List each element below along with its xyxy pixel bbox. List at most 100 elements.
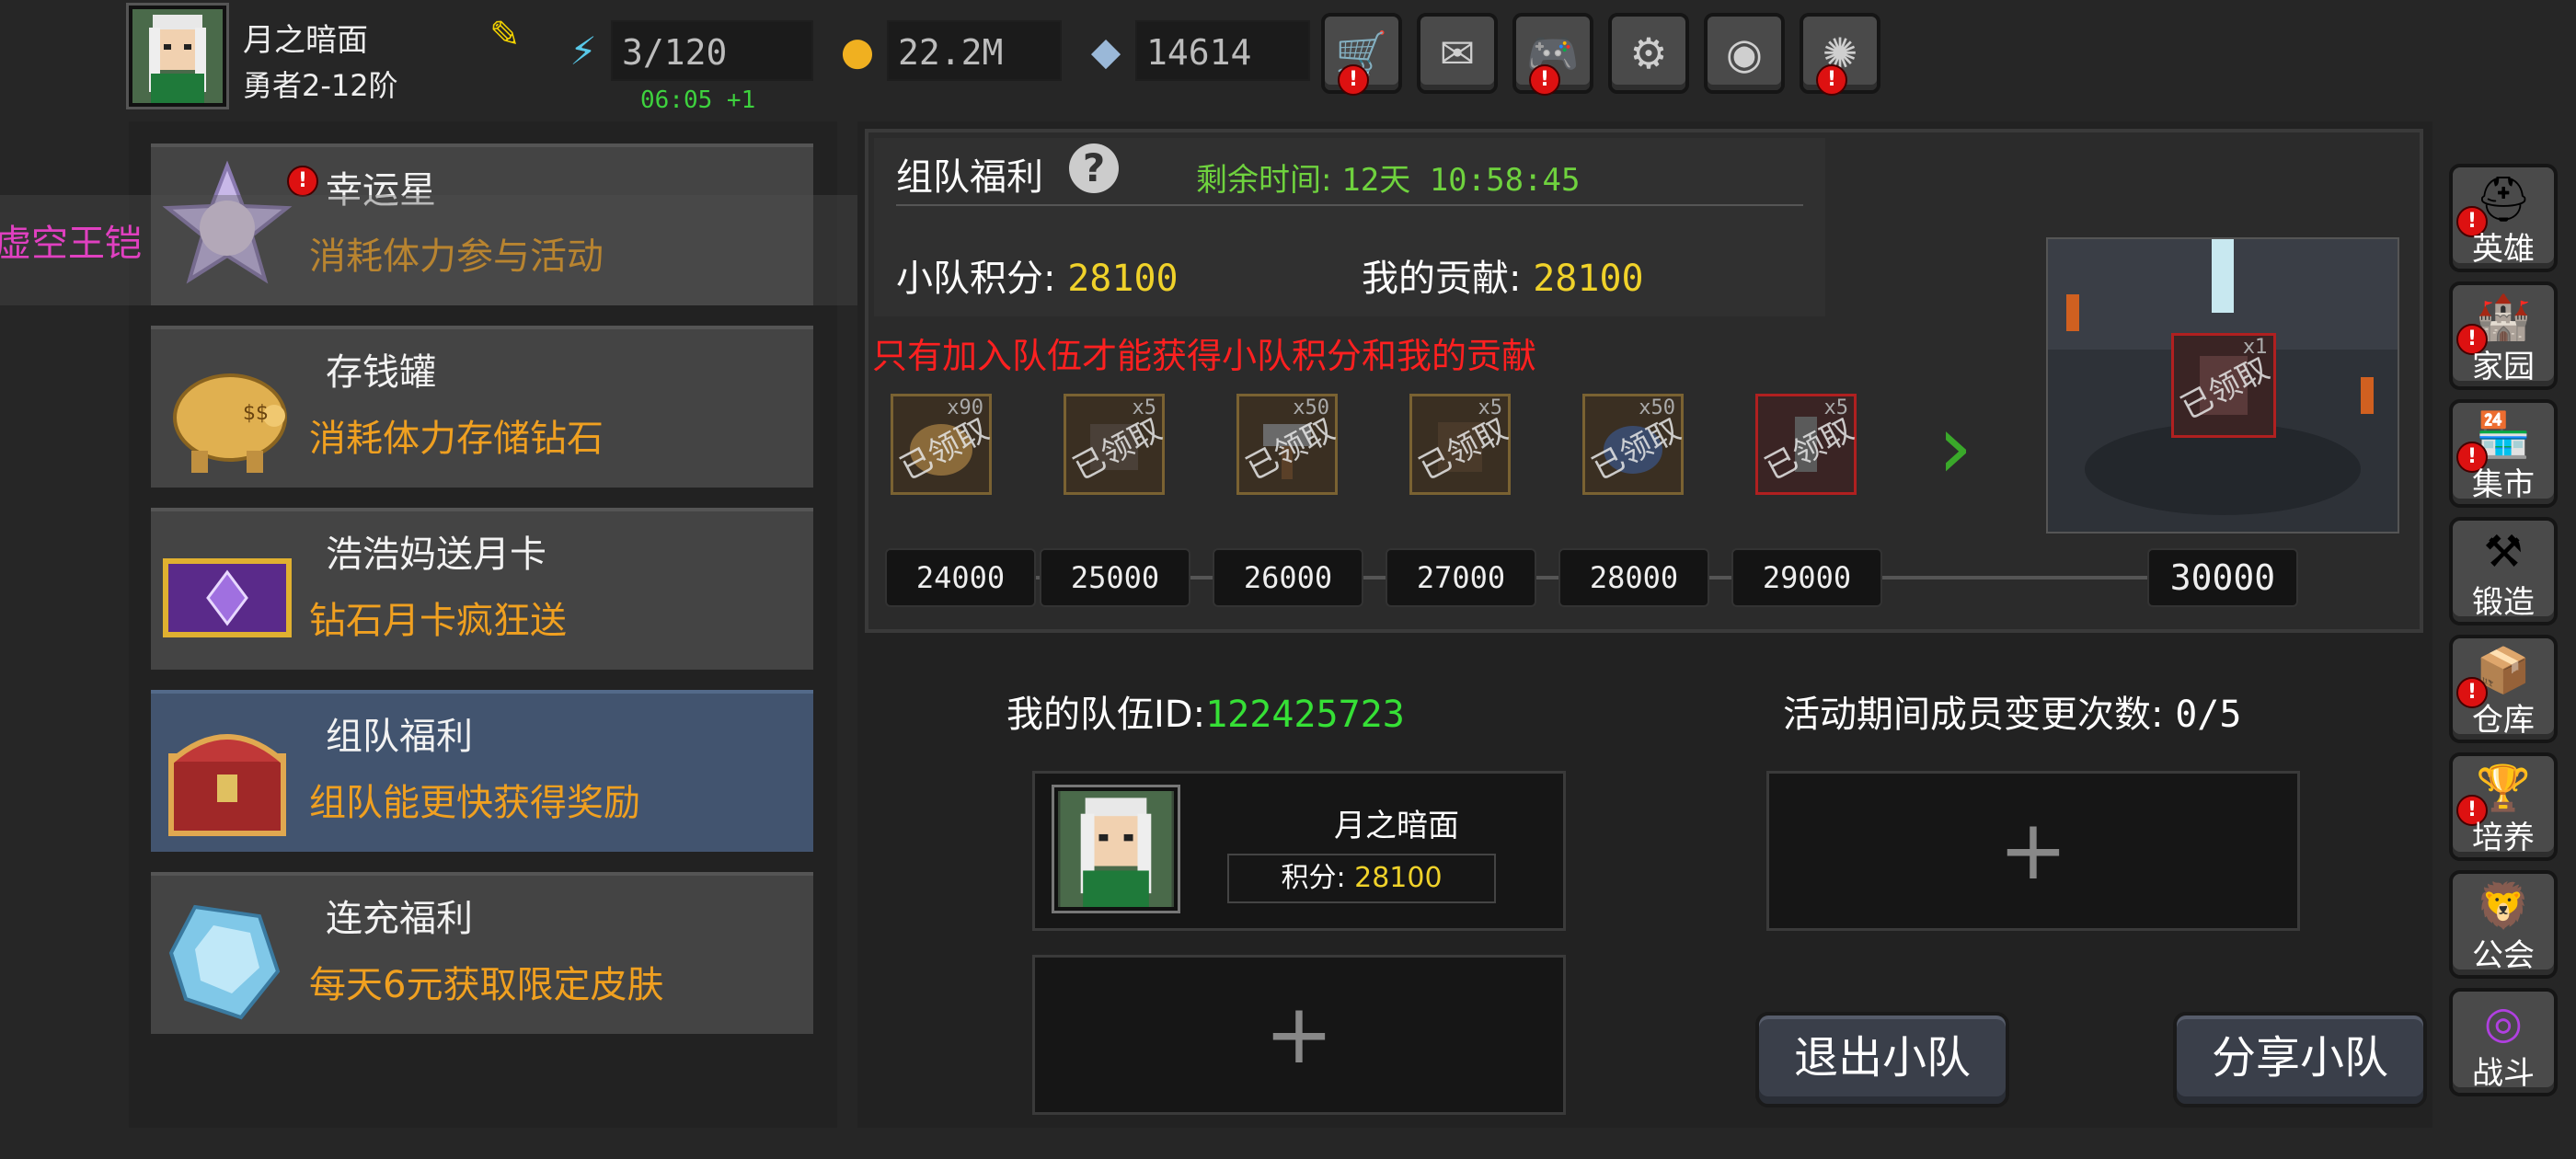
sidebar-battle[interactable]: ◎ 战斗 bbox=[2449, 988, 2558, 1096]
portal-icon: ◎ bbox=[2484, 997, 2523, 1049]
mail-icon: ✉ bbox=[1439, 29, 1476, 78]
ice-crystal-icon bbox=[168, 904, 281, 1020]
join-warning: 只有加入队伍才能获得小队积分和我的贡献 bbox=[872, 336, 1537, 376]
sidebar-guild[interactable]: 🦁 公会 bbox=[2449, 870, 2558, 979]
milestone-1: 24000 bbox=[885, 548, 1036, 607]
alert-icon: ! bbox=[1529, 64, 1560, 96]
reward-item-5[interactable]: x50 已领取 bbox=[1582, 394, 1686, 495]
milestone-6: 29000 bbox=[1731, 548, 1882, 607]
milestone-4: 27000 bbox=[1386, 548, 1536, 607]
milestone-2: 25000 bbox=[1040, 548, 1190, 607]
share-team-button[interactable]: 分享小队 bbox=[2173, 1012, 2427, 1107]
player-avatar[interactable] bbox=[129, 6, 226, 107]
sidebar-forge[interactable]: ⚒ 锻造 bbox=[2449, 517, 2558, 625]
sidebar-market[interactable]: 🏪! 集市 bbox=[2449, 399, 2558, 508]
member-score: 积分: 28100 bbox=[1227, 854, 1496, 903]
remaining-label: 剩余时间: bbox=[1196, 162, 1332, 199]
diamond-plus-icon[interactable]: ◆ bbox=[1080, 26, 1132, 77]
sidebar-label: 战斗 bbox=[2472, 1055, 2535, 1092]
reward-title: 组队福利 bbox=[896, 156, 1043, 199]
reward-item-2[interactable]: x5 已领取 bbox=[1064, 394, 1167, 495]
member-slot-empty[interactable]: + bbox=[1032, 955, 1566, 1115]
member-changes: 活动期间成员变更次数: 0/5 bbox=[1783, 684, 2241, 738]
edit-icon[interactable]: ✎ bbox=[489, 17, 526, 53]
event-card-recharge[interactable]: 连充福利 每天6元获取限定皮肤 bbox=[151, 872, 813, 1034]
shop-button[interactable]: 🛒! bbox=[1321, 13, 1402, 96]
member-avatar[interactable] bbox=[1054, 787, 1178, 911]
alert-icon: ! bbox=[1338, 64, 1369, 96]
event-subtitle: 组队能更快获得奖励 bbox=[309, 782, 640, 824]
sidebar-label: 仓库 bbox=[2472, 702, 2535, 739]
help-icon[interactable]: ? bbox=[1069, 143, 1119, 193]
sidebar-label: 家园 bbox=[2472, 349, 2535, 385]
stamina-timer: 06:05 +1 bbox=[640, 86, 756, 114]
milestone-3: 26000 bbox=[1213, 548, 1363, 607]
elf-portrait-icon bbox=[132, 9, 223, 103]
sidebar-hero[interactable]: ⛑! 英雄 bbox=[2449, 164, 2558, 272]
anvil-icon: ⚒ bbox=[2483, 526, 2524, 578]
event-subtitle: 每天6元获取限定皮肤 bbox=[309, 964, 664, 1006]
sidebar-label: 公会 bbox=[2472, 937, 2535, 974]
contribution-value: 28100 bbox=[1533, 258, 1644, 300]
guild-icon: 🦁 bbox=[2476, 880, 2531, 932]
settings-button[interactable]: ⚙ bbox=[1608, 13, 1689, 94]
gear-icon: ⚙ bbox=[1629, 29, 1668, 78]
player-rank: 勇者2-12阶 bbox=[243, 68, 398, 103]
player-name: 月之暗面 bbox=[243, 22, 368, 59]
team-score-value: 28100 bbox=[1067, 258, 1179, 300]
firework-button[interactable]: ✺! bbox=[1800, 13, 1880, 96]
sidebar-train[interactable]: 🏆! 培养 bbox=[2449, 752, 2558, 861]
reward-item-6[interactable]: x5 已领取 bbox=[1755, 394, 1859, 495]
event-card-piggy-bank[interactable]: $$ 存钱罐 消耗体力存储钻石 bbox=[151, 326, 813, 488]
sidebar-warehouse[interactable]: 📦! 仓库 bbox=[2449, 635, 2558, 743]
team-id-value: 122425723 bbox=[1205, 694, 1405, 736]
mail-button[interactable]: ✉ bbox=[1417, 13, 1498, 94]
stamina-plus-icon[interactable]: ⚡ bbox=[558, 26, 609, 77]
quit-team-button[interactable]: 退出小队 bbox=[1755, 1012, 2009, 1107]
remaining-time: 剩余时间: 12天 10:58:45 bbox=[1196, 155, 1580, 200]
team-score-label: 小队积分: bbox=[896, 258, 1056, 300]
chevron-right-icon: › bbox=[1938, 396, 1973, 499]
reward-item-4[interactable]: x5 已领取 bbox=[1409, 394, 1513, 495]
event-title: 连充福利 bbox=[326, 898, 473, 940]
gold-plus-icon[interactable]: ● bbox=[832, 26, 883, 77]
gamepad-button[interactable]: 🎮! bbox=[1512, 13, 1593, 96]
event-subtitle: 钻石月卡疯狂送 bbox=[309, 600, 567, 642]
event-subtitle: 消耗体力存储钻石 bbox=[309, 418, 604, 460]
event-card-team-reward[interactable]: 组队福利 组队能更快获得奖励 bbox=[151, 690, 813, 852]
sidebar-label: 集市 bbox=[2472, 466, 2535, 503]
color-wheel-icon: ◉ bbox=[1725, 29, 1764, 78]
sidebar-label: 培养 bbox=[2472, 820, 2535, 856]
event-card-month-card[interactable]: 浩浩妈送月卡 钻石月卡疯狂送 bbox=[151, 508, 813, 670]
reward-item-1[interactable]: x90 已领取 bbox=[891, 394, 995, 495]
member-slot-empty[interactable]: + bbox=[1766, 771, 2300, 931]
final-reward-item[interactable]: x1 已领取 bbox=[2171, 333, 2276, 438]
piggy-bank-icon: $$ bbox=[173, 373, 287, 473]
my-contribution: 我的贡献: 28100 bbox=[1362, 248, 1644, 302]
team-score: 小队积分: 28100 bbox=[896, 248, 1179, 302]
sidebar-home[interactable]: 🏰! 家园 bbox=[2449, 281, 2558, 390]
event-title: 组队福利 bbox=[326, 716, 473, 758]
elf-portrait-icon bbox=[1060, 791, 1172, 907]
alert-icon: ! bbox=[287, 166, 318, 197]
treasure-chest-icon bbox=[168, 734, 286, 836]
event-title: 浩浩妈送月卡 bbox=[326, 534, 546, 576]
diamond-value: 14614 bbox=[1135, 20, 1310, 81]
reward-item-3[interactable]: x50 已领取 bbox=[1236, 394, 1340, 495]
team-id-label: 我的队伍ID: bbox=[1006, 694, 1206, 736]
plus-icon: + bbox=[1264, 986, 1334, 1083]
changes-label: 活动期间成员变更次数: bbox=[1783, 694, 2164, 736]
milestone-5: 28000 bbox=[1558, 548, 1709, 607]
milestone-final: 30000 bbox=[2147, 548, 2298, 607]
svg-text:$$: $$ bbox=[243, 402, 269, 425]
event-title: 存钱罐 bbox=[326, 351, 436, 394]
stamina-value: 3/120 bbox=[611, 20, 813, 81]
contribution-label: 我的贡献: bbox=[1362, 258, 1522, 300]
month-card-icon bbox=[163, 558, 292, 637]
color-wheel-button[interactable]: ◉ bbox=[1704, 13, 1785, 94]
remaining-value: 12天 10:58:45 bbox=[1341, 162, 1581, 199]
team-id: 我的队伍ID:122425723 bbox=[1006, 684, 1405, 738]
alert-icon: ! bbox=[1816, 64, 1847, 96]
changes-value: 0/5 bbox=[2175, 694, 2242, 736]
sidebar-label: 英雄 bbox=[2472, 231, 2535, 268]
